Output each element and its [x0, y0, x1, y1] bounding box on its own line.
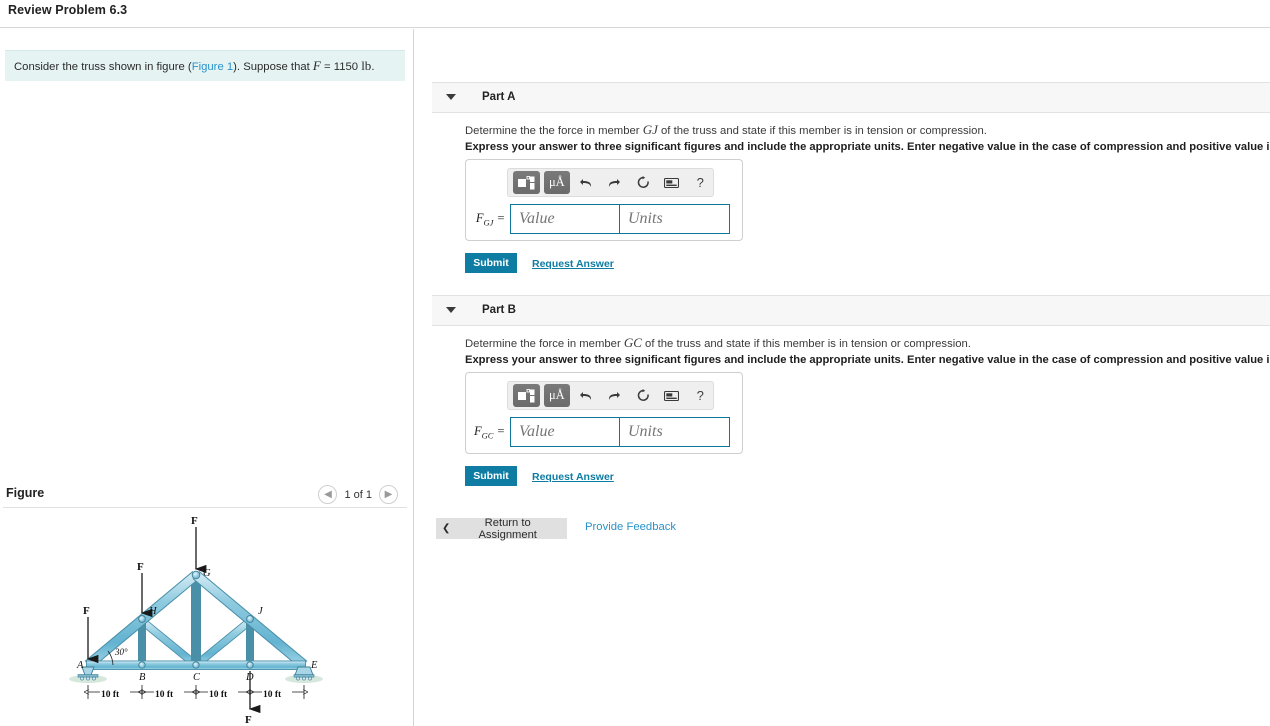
return-to-assignment-label: Return to Assignment	[478, 516, 537, 541]
part-a-units-input[interactable]	[620, 204, 730, 234]
figure-header: Figure ◀ 1 of 1 ▶	[0, 477, 410, 511]
part-a-answer-box: μÅ ? FGJ = Value Units	[465, 159, 743, 241]
provide-feedback-link[interactable]: Provide Feedback	[585, 521, 676, 533]
figure-1-link[interactable]: Figure 1	[192, 61, 233, 73]
part-b-prompt-post: of the truss and state if this member is…	[641, 338, 971, 350]
part-a-member: GJ	[642, 122, 658, 137]
load-label-A: F	[83, 605, 90, 617]
node-label-C: C	[193, 672, 201, 683]
part-a-symbol-sub: GJ	[483, 217, 494, 228]
part-a-symbol-base: F	[475, 210, 484, 225]
force-value: = 1150	[324, 60, 359, 73]
truss-figure: A B C D E H G J 30° F F F F 10 ft 10 ft …	[0, 513, 410, 726]
part-b-label: Part B	[482, 304, 516, 316]
part-a-value-input[interactable]	[510, 204, 620, 234]
part-a-prompt: Determine the the force in member GJ of …	[465, 122, 987, 138]
caret-down-icon[interactable]	[446, 307, 456, 313]
help-icon[interactable]: ?	[687, 384, 713, 407]
angle-label: 30°	[114, 647, 128, 657]
load-arrows	[86, 527, 261, 714]
statement-middle: ). Suppose that	[233, 60, 313, 73]
part-b-header[interactable]: Part B	[432, 295, 1270, 326]
part-a-instruction: Express your answer to three significant…	[465, 141, 1270, 153]
part-a-submit-button[interactable]: Submit	[465, 253, 517, 273]
part-b-prompt-pre: Determine the force in member	[465, 338, 624, 350]
template-layout-icon[interactable]	[513, 171, 540, 194]
truss-web-members	[138, 575, 254, 669]
return-to-assignment-button[interactable]: ❮ Return to Assignment	[436, 516, 567, 541]
node-label-B: B	[139, 672, 146, 683]
undo-icon[interactable]	[573, 171, 599, 194]
statement-suffix: .	[371, 60, 375, 73]
part-a-label: Part A	[482, 91, 516, 103]
dimension-label-3: 10 ft	[209, 690, 228, 700]
redo-icon[interactable]	[602, 384, 628, 407]
caret-down-icon[interactable]	[446, 94, 456, 100]
load-label-H: F	[137, 561, 144, 573]
part-a-request-answer-link[interactable]: Request Answer	[532, 258, 614, 270]
figure-divider	[3, 507, 407, 508]
dimension-label-4: 10 ft	[263, 690, 282, 700]
template-layout-icon[interactable]	[513, 384, 540, 407]
truss-svg: A B C D E H G J 30° F F F F 10 ft 10 ft …	[69, 515, 323, 726]
node-label-A: A	[76, 660, 84, 671]
redo-icon[interactable]	[602, 171, 628, 194]
right-panel: Part A Determine the the force in member…	[416, 29, 1270, 726]
part-b-answer-symbol: FGC =	[466, 424, 510, 441]
part-b-answer-toolbar: μÅ ?	[507, 381, 714, 410]
part-a-answer-symbol: FGJ =	[466, 211, 510, 228]
undo-icon[interactable]	[573, 384, 599, 407]
part-b-symbol-eq: =	[496, 423, 505, 438]
page-title: Review Problem 6.3	[8, 3, 128, 17]
keyboard-icon[interactable]	[659, 171, 685, 194]
figure-navigation: ◀ 1 of 1 ▶	[318, 485, 398, 504]
part-b-request-answer-link[interactable]: Request Answer	[532, 471, 614, 483]
statement-prefix: Consider the truss shown in figure (	[14, 60, 192, 73]
keyboard-icon[interactable]	[659, 384, 685, 407]
load-label-D: F	[245, 714, 252, 726]
chevron-left-icon[interactable]: ◀	[318, 485, 338, 504]
node-label-H: H	[148, 606, 158, 617]
node-label-G: G	[203, 568, 211, 579]
chevron-right-icon[interactable]: ▶	[379, 485, 398, 504]
left-panel: Consider the truss shown in figure (Figu…	[0, 29, 414, 726]
part-b-symbol-sub: GC	[481, 430, 494, 441]
part-a-answer-row: FGJ =	[466, 202, 744, 236]
node-label-E: E	[310, 660, 318, 671]
reset-icon[interactable]	[630, 171, 656, 194]
part-b-instruction: Express your answer to three significant…	[465, 354, 1270, 366]
problem-page: Review Problem 6.3 Consider the truss sh…	[0, 0, 1270, 726]
part-a-answer-toolbar: μÅ ?	[507, 168, 714, 197]
reset-icon[interactable]	[630, 384, 656, 407]
micro-angstrom-units-icon[interactable]: μÅ	[543, 171, 571, 194]
help-icon[interactable]: ?	[687, 171, 713, 194]
part-b-member: GC	[623, 335, 642, 350]
chevron-left-icon: ❮	[442, 523, 451, 534]
node-label-J: J	[258, 606, 264, 617]
figure-counter: 1 of 1	[344, 488, 372, 501]
dimension-label-1: 10 ft	[101, 690, 120, 700]
problem-statement-box: Consider the truss shown in figure (Figu…	[5, 50, 405, 81]
dimension-label-2: 10 ft	[155, 690, 174, 700]
force-unit: lb	[361, 57, 372, 73]
load-label-G: F	[191, 515, 198, 527]
problem-statement-text: Consider the truss shown in figure (Figu…	[5, 58, 374, 75]
part-b-answer-box: μÅ ? FGC = Value Units	[465, 372, 743, 454]
figure-panel-title: Figure	[6, 486, 45, 500]
part-b-value-input[interactable]	[510, 417, 620, 447]
part-b-symbol-base: F	[473, 423, 482, 438]
part-b-submit-button[interactable]: Submit	[465, 466, 517, 486]
part-a-prompt-pre: Determine the the force in member	[465, 125, 643, 137]
force-symbol: F	[312, 57, 321, 73]
part-b-answer-row: FGC =	[466, 415, 744, 449]
micro-angstrom-units-icon[interactable]: μÅ	[543, 384, 571, 407]
part-a-symbol-eq: =	[496, 210, 505, 225]
node-label-D: D	[245, 672, 254, 683]
part-b-units-input[interactable]	[620, 417, 730, 447]
part-a-header[interactable]: Part A	[432, 82, 1270, 113]
part-a-prompt-post: of the truss and state if this member is…	[657, 125, 987, 137]
top-header: Review Problem 6.3	[0, 0, 1270, 28]
part-b-prompt: Determine the force in member GC of the …	[465, 335, 971, 351]
